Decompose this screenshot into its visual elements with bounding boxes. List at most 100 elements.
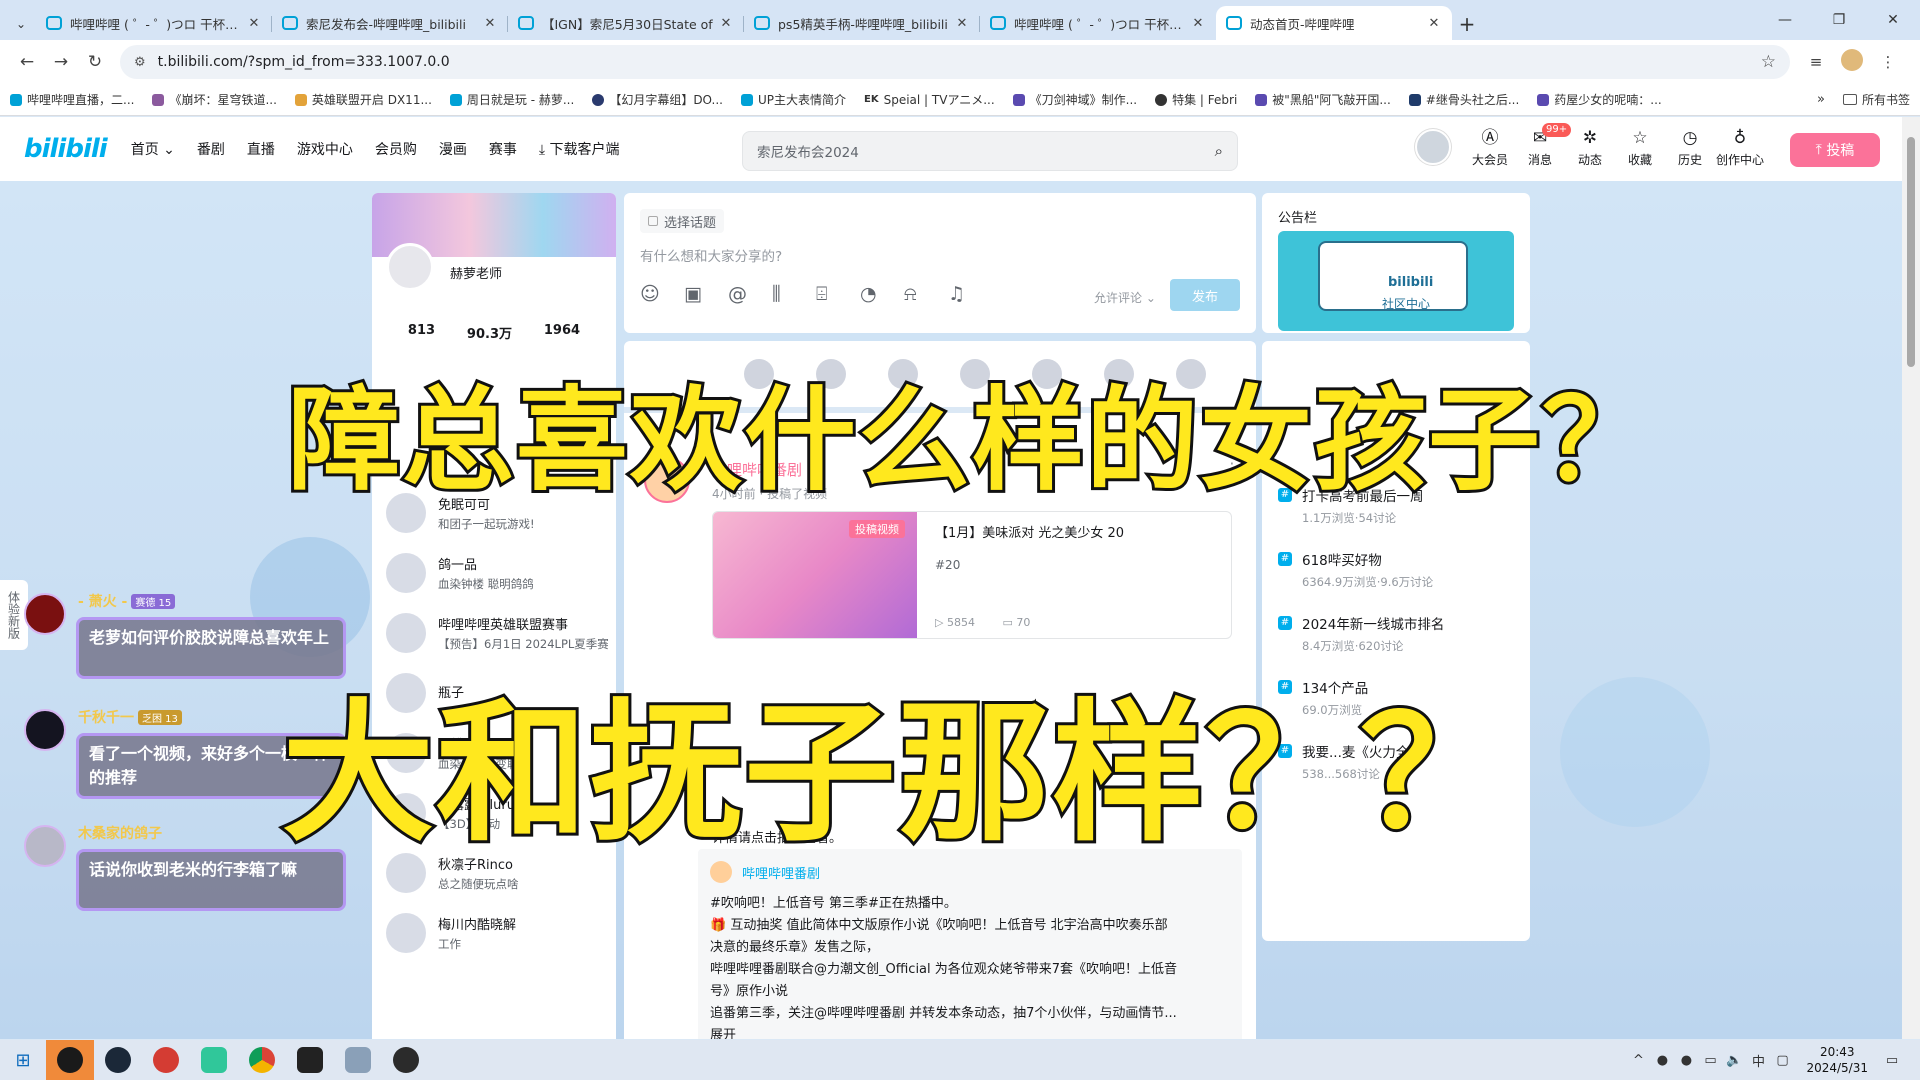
reload-icon[interactable]: ↻ <box>78 45 112 79</box>
scrollbar-thumb[interactable] <box>1907 137 1915 367</box>
header-history[interactable]: ◷ 历史 <box>1665 125 1715 168</box>
bookmark-item[interactable]: EK Speial | TVアニメ... <box>864 91 995 108</box>
tray-app-icon[interactable]: ● <box>1674 1053 1698 1068</box>
nav-manga[interactable]: 漫画 <box>439 139 467 159</box>
windows-start-icon[interactable]: ⊞ <box>0 1040 46 1080</box>
stat-following[interactable]: 813 <box>408 323 435 342</box>
tab-close-icon[interactable]: ✕ <box>482 16 498 31</box>
stat-dynamics[interactable]: 1964 <box>544 323 580 342</box>
taskbar-app-capcut[interactable] <box>286 1040 334 1080</box>
repost-card[interactable]: 哔哩哔哩番剧 #吹响吧！上低音号 第三季#正在热播中。 🎁 互动抽奖 值此简体中… <box>698 849 1242 1039</box>
avatar[interactable] <box>1415 129 1451 165</box>
new-tab-plus-icon[interactable]: + <box>1452 8 1482 40</box>
bookmark-item[interactable]: 英雄联盟开启 DX11... <box>294 91 432 108</box>
poll-icon[interactable]: ⫼ <box>772 283 816 305</box>
back-arrow-icon[interactable]: ← <box>10 45 44 79</box>
reminder-bell-icon[interactable]: ⍾ <box>904 283 948 305</box>
tab-close-icon[interactable]: ✕ <box>246 16 262 31</box>
nav-home[interactable]: 首页 ⌄ <box>131 139 175 159</box>
notification-icon[interactable]: ♫ <box>948 283 992 305</box>
header-vip[interactable]: Ⓐ 大会员 <box>1465 125 1515 168</box>
video-title[interactable]: 【1月】美味派对 光之美少女 20 <box>935 522 1124 541</box>
bookmark-item[interactable]: 被"黑船"阿飞敲开国... <box>1255 91 1391 108</box>
nav-download-client[interactable]: ⤓ 下载客户端 <box>539 139 620 159</box>
browser-tab-2[interactable]: 索尼发布会-哔哩哔哩_bilibili ✕ <box>272 6 508 40</box>
forward-arrow-icon[interactable]: → <box>44 45 78 79</box>
url-text[interactable]: t.bilibili.com/?spm_id_from=333.1007.0.0 <box>158 54 1761 70</box>
header-dynamic[interactable]: ✲ 动态 <box>1565 125 1615 168</box>
bookmark-item[interactable]: #继骨头社之后... <box>1408 91 1519 108</box>
mention-icon[interactable]: @ <box>728 283 772 305</box>
media-controls-icon[interactable]: ≡ <box>1798 53 1834 71</box>
volume-icon[interactable]: 🔈 <box>1722 1053 1746 1068</box>
video-card[interactable]: 投稿视频 【1月】美味派对 光之美少女 20 #20 ▷ 5854 ▭ 70 <box>712 511 1232 639</box>
schedule-icon[interactable]: ◔ <box>860 283 904 305</box>
nav-bangumi[interactable]: 番剧 <box>197 139 225 159</box>
taskbar-app-photos[interactable] <box>334 1040 382 1080</box>
publish-button[interactable]: 发布 <box>1170 279 1240 311</box>
taskbar-app-biliobs[interactable] <box>190 1040 238 1080</box>
taskbar-app-netease-music[interactable] <box>142 1040 190 1080</box>
minimize-icon[interactable]: — <box>1758 0 1812 40</box>
header-favorites[interactable]: ☆ 收藏 <box>1615 125 1665 168</box>
bookmark-star-icon[interactable]: ☆ <box>1761 52 1776 72</box>
bookmark-item[interactable]: 周日就是玩 - 赫萝... <box>449 91 574 108</box>
notification-center-icon[interactable]: ▭ <box>1880 1053 1904 1068</box>
topic-item[interactable]: #618哔买好物 6364.9万浏览·9.6万讨论 <box>1278 549 1518 590</box>
bookmark-item[interactable]: 《刀剑神域》制作... <box>1012 91 1137 108</box>
list-item[interactable]: 鸽一品 血染钟楼 聪明鸽鸽 <box>372 543 616 603</box>
taskbar-app-steam[interactable] <box>94 1040 142 1080</box>
taskbar-clock[interactable]: 20:43 2024/5/31 <box>1806 1044 1868 1076</box>
browser-tab-4[interactable]: ps5精英手柄-哔哩哔哩_bilibili ✕ <box>744 6 980 40</box>
tab-close-icon[interactable]: ✕ <box>1426 16 1442 31</box>
expand-link[interactable]: 展开 <box>710 1025 1230 1039</box>
header-message[interactable]: ✉ 99+ 消息 <box>1515 123 1572 168</box>
repost-line[interactable]: #吹响吧！上低音号 第三季#正在热播中。 <box>710 893 1230 915</box>
nav-game-center[interactable]: 游戏中心 <box>297 139 353 159</box>
emoji-icon[interactable]: ☺ <box>640 283 684 305</box>
allow-comment-dropdown[interactable]: 允许评论 ⌄ <box>1094 289 1156 306</box>
restore-icon[interactable]: ❐ <box>1812 0 1866 40</box>
bilibili-logo[interactable]: bilibili <box>24 134 108 164</box>
tab-close-icon[interactable]: ✕ <box>718 16 734 31</box>
taskbar-app-chrome[interactable] <box>238 1040 286 1080</box>
stat-followers[interactable]: 90.3万 <box>467 323 512 342</box>
tray-chevron-icon[interactable]: ^ <box>1626 1053 1650 1068</box>
site-info-icon[interactable]: ⚙ <box>134 55 146 70</box>
nav-esports[interactable]: 赛事 <box>489 139 517 159</box>
address-bar[interactable]: ⚙ t.bilibili.com/?spm_id_from=333.1007.0… <box>120 45 1790 79</box>
tab-search-chevron-icon[interactable]: ⌄ <box>6 8 36 40</box>
search-icon[interactable]: ⌕ <box>1215 142 1223 160</box>
browser-tab-6-active[interactable]: 动态首页-哔哩哔哩 ✕ <box>1216 6 1452 40</box>
image-icon[interactable]: ▣ <box>684 283 728 305</box>
search-input[interactable]: 索尼发布会2024 <box>757 141 1215 161</box>
close-window-icon[interactable]: ✕ <box>1866 0 1920 40</box>
bookmarks-overflow-icon[interactable]: » <box>1817 92 1825 107</box>
upload-button[interactable]: ⤒ 投稿 <box>1790 133 1880 167</box>
choose-topic-button[interactable]: 选择话题 <box>640 209 725 233</box>
bookmark-item[interactable]: 药屋少女的呢喃：... <box>1537 91 1662 108</box>
bookmark-item[interactable]: 哔哩哔哩直播，二... <box>10 91 134 108</box>
tray-q-icon[interactable]: ▢ <box>1770 1053 1794 1068</box>
bookmark-item[interactable]: 【幻月字幕组】DO... <box>592 91 723 108</box>
gift-icon[interactable]: ⌹ <box>816 283 860 305</box>
nav-mall[interactable]: 会员购 <box>375 139 417 159</box>
browser-menu-icon[interactable]: ⋮ <box>1870 53 1906 71</box>
profile-avatar[interactable] <box>386 243 434 291</box>
community-center-banner[interactable]: bilibili 社区中心 <box>1278 231 1514 331</box>
all-bookmarks-folder[interactable]: 所有书签 <box>1842 91 1910 108</box>
tray-app-icon[interactable]: ● <box>1650 1053 1674 1068</box>
topic-item[interactable]: #2024年新一线城市排名 8.4万浏览·620讨论 <box>1278 613 1518 654</box>
browser-tab-1[interactable]: 哔哩哔哩 ( ゜- ゜)つロ 干杯~-bi ✕ <box>36 6 272 40</box>
profile-avatar-icon[interactable] <box>1834 49 1870 75</box>
input-method-icon[interactable]: 中 <box>1746 1051 1770 1070</box>
bookmark-item[interactable]: 《崩坏：星穹铁道... <box>152 91 277 108</box>
network-icon[interactable]: ▭ <box>1698 1053 1722 1068</box>
browser-tab-3[interactable]: 【IGN】索尼5月30日State of ✕ <box>508 6 744 40</box>
tab-close-icon[interactable]: ✕ <box>954 16 970 31</box>
nav-live[interactable]: 直播 <box>247 139 275 159</box>
header-creator-center[interactable]: ♁ 创作中心 <box>1715 125 1765 168</box>
taskbar-app-bilibili-live[interactable] <box>46 1040 94 1080</box>
browser-tab-5[interactable]: 哔哩哔哩 ( ゜- ゜)つロ 干杯~-bi ✕ <box>980 6 1216 40</box>
taskbar-app-obs[interactable] <box>382 1040 430 1080</box>
